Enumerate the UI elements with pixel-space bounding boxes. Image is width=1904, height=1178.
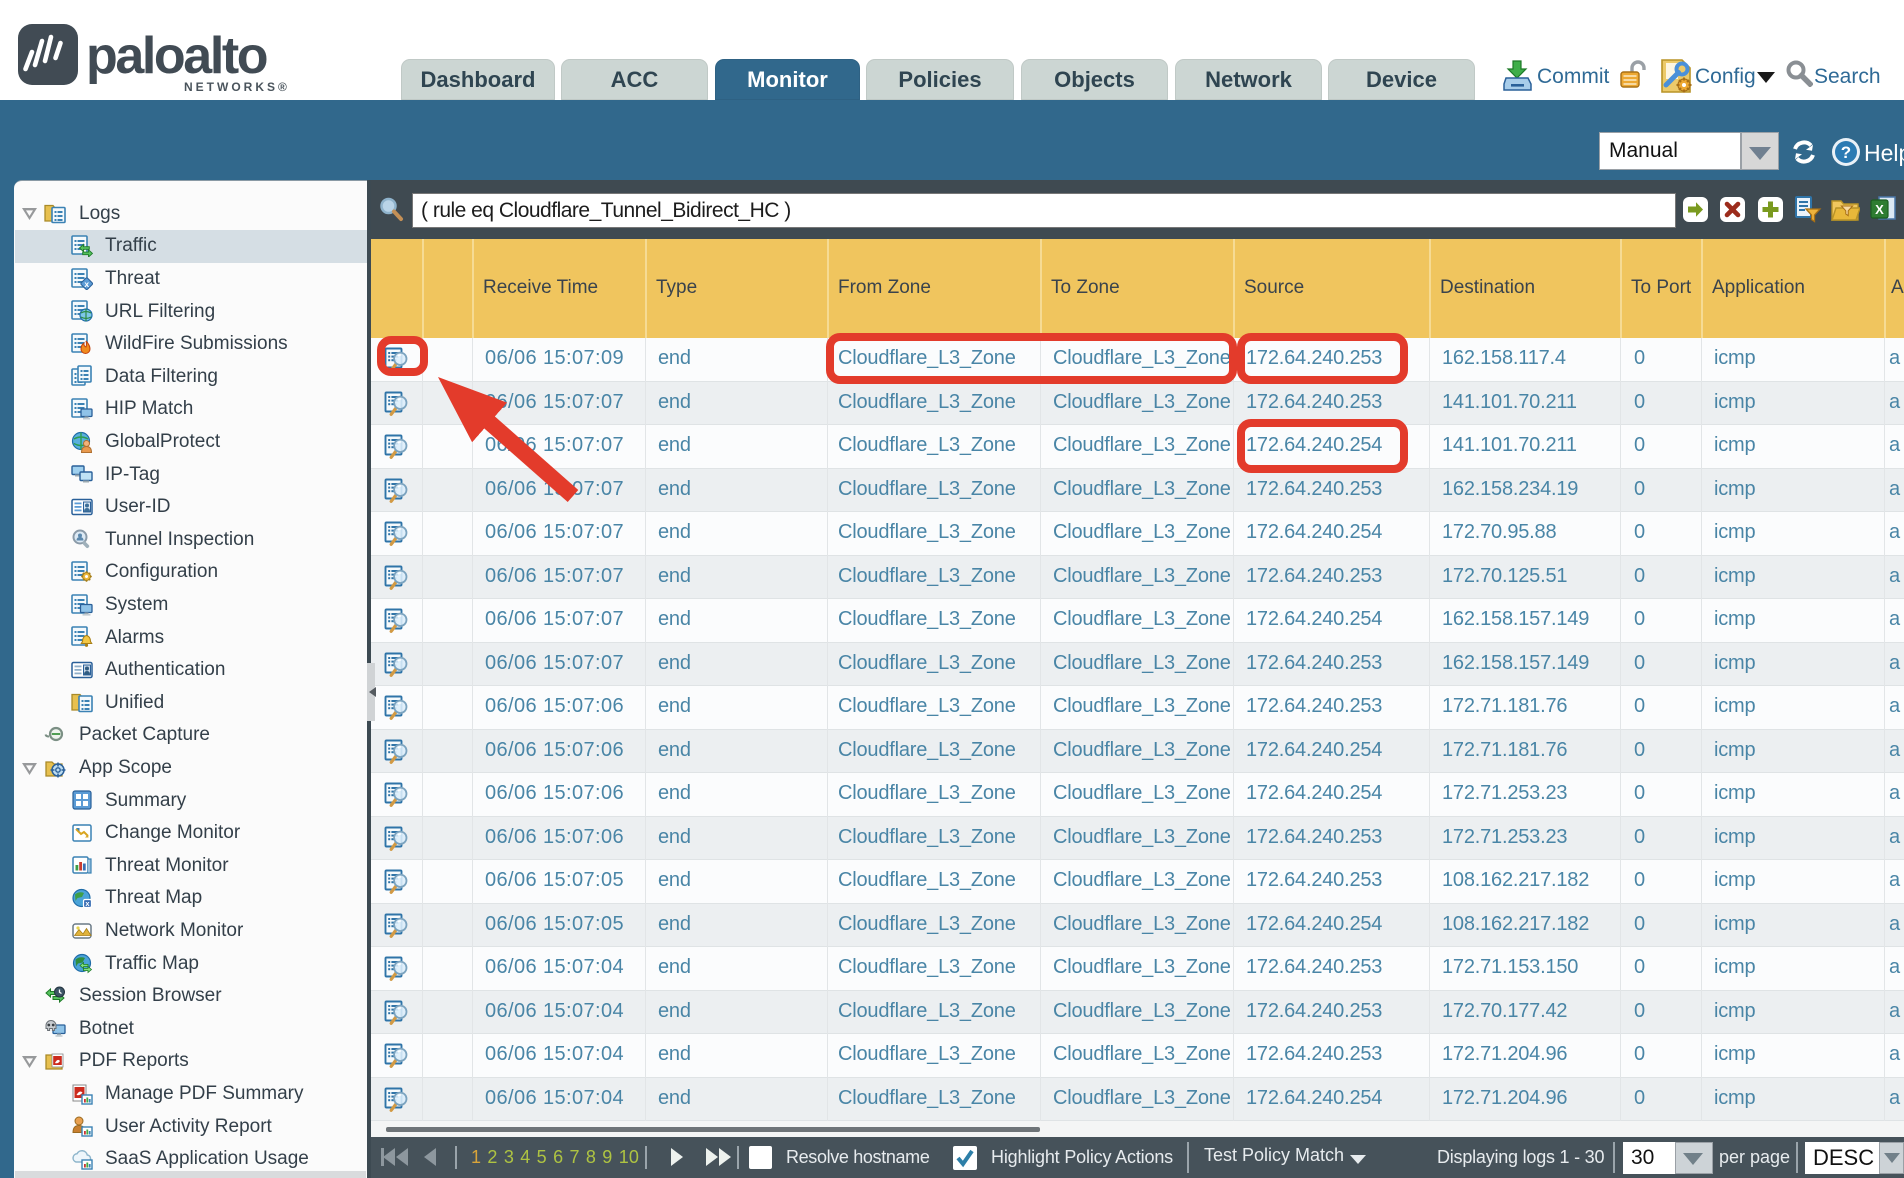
svg-text:x: x — [84, 279, 89, 289]
svg-text:X: X — [1875, 202, 1884, 217]
svg-text:?: ? — [1841, 143, 1851, 162]
